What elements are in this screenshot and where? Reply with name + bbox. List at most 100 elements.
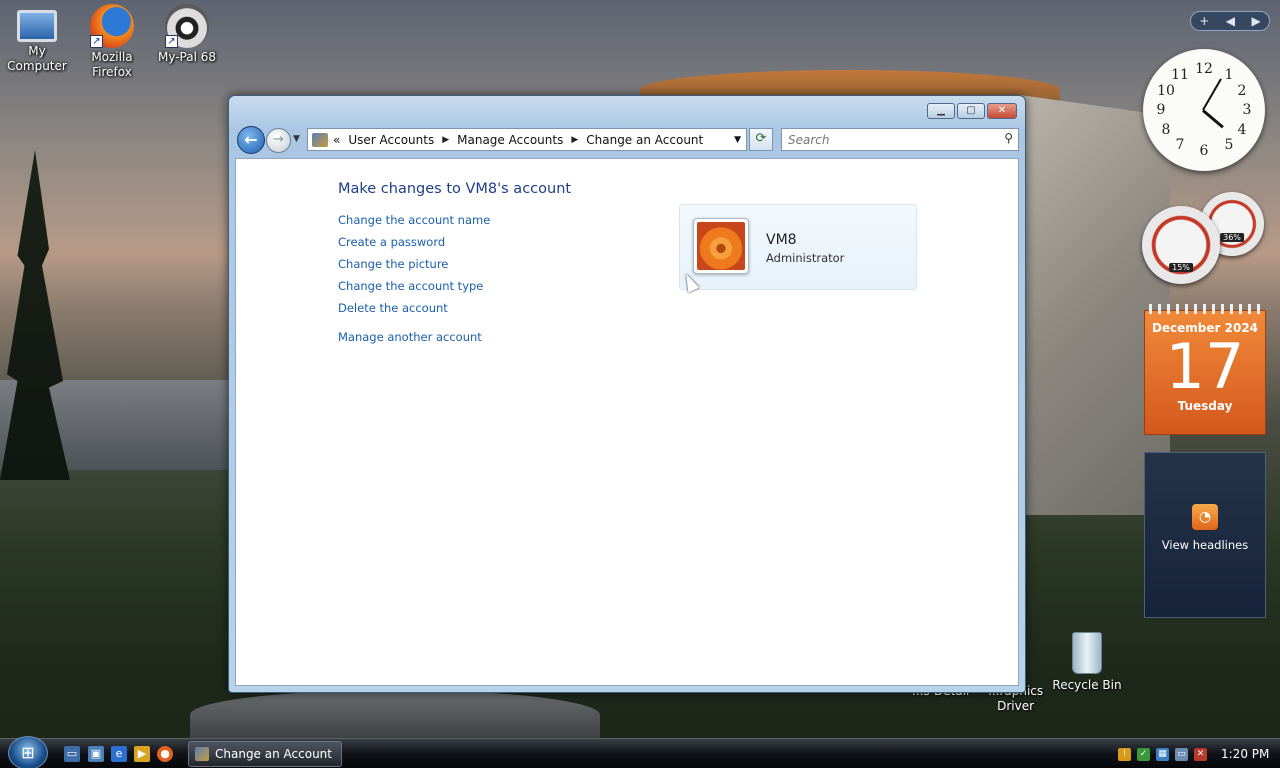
account-picture [693, 218, 749, 274]
change-picture-link[interactable]: Change the picture [338, 257, 490, 279]
manage-another-account-link[interactable]: Manage another account [338, 330, 490, 352]
account-name: VM8 [766, 232, 797, 248]
breadcrumb-overflow[interactable]: « [333, 133, 340, 147]
clock-number: 11 [1171, 67, 1189, 83]
desktop-icon-my-pal[interactable]: ↗ My-Pal 68 [150, 4, 224, 65]
taskbar: ⊞ ▭ ▣ e ▶ ● Change an Account ! ✓ ▦ ▭ ✕ … [0, 736, 1280, 768]
security-shield-icon[interactable]: ! [1118, 747, 1131, 761]
window-controls: ▁ ▢ ✕ [927, 103, 1017, 119]
clock-number: 2 [1237, 83, 1247, 99]
breadcrumb-change-account[interactable]: Change an Account [586, 133, 703, 147]
control-panel-window: ▁ ▢ ✕ ← → ▼ « User Accounts ▶ Manage Acc… [228, 95, 1026, 693]
desktop-icon-label: My-Pal 68 [157, 50, 217, 64]
account-type: Administrator [766, 251, 845, 265]
clock-number: 7 [1175, 137, 1185, 153]
network-icon[interactable]: ▭ [1175, 747, 1188, 761]
rss-icon: ◔ [1192, 504, 1218, 530]
volume-muted-icon[interactable]: ✕ [1194, 747, 1207, 761]
calendar-rings [1149, 304, 1263, 314]
switch-windows-icon[interactable]: ▣ [88, 746, 104, 762]
change-account-name-link[interactable]: Change the account name [338, 213, 490, 235]
desktop-icon-label: Computer [7, 59, 67, 73]
refresh-button[interactable]: ⟳ [749, 128, 773, 151]
desktop-icon-label: Recycle Bin [1052, 678, 1122, 692]
media-player-icon[interactable]: ▶ [134, 746, 150, 762]
search-icon[interactable]: ⚲ [1004, 131, 1013, 145]
firefox-quicklaunch-icon[interactable]: ● [157, 746, 173, 762]
clock-time[interactable]: 1:20 PM [1221, 747, 1269, 761]
cpu-percent: 15% [1169, 263, 1193, 272]
clock-number: 1 [1224, 67, 1234, 83]
memory-percent: 36% [1220, 233, 1244, 242]
system-tray: ! ✓ ▦ ▭ ✕ 1:20 PM [1110, 739, 1280, 768]
clock-hour-hand [1202, 109, 1224, 129]
tray-app-icon[interactable]: ▦ [1156, 747, 1169, 761]
update-icon[interactable]: ✓ [1137, 747, 1150, 761]
shortcut-arrow-icon: ↗ [90, 35, 103, 48]
desktop-icon-label: Driver [997, 699, 1035, 713]
maximize-button[interactable]: ▢ [957, 103, 985, 119]
taskbar-button-change-account[interactable]: Change an Account [188, 741, 342, 767]
change-account-type-link[interactable]: Change the account type [338, 279, 490, 301]
page-title: Make changes to VM8's account [338, 181, 572, 197]
desktop-icon-label: Mozilla [91, 50, 133, 64]
shortcut-arrow-icon: ↗ [165, 35, 178, 48]
background-rock [190, 690, 600, 740]
calendar-day: 17 [1165, 330, 1245, 403]
search-box[interactable]: ⚲ [781, 128, 1019, 151]
forward-button[interactable]: → [266, 128, 291, 153]
firefox-icon: ↗ [90, 4, 134, 48]
delete-account-link[interactable]: Delete the account [338, 301, 490, 323]
breadcrumb-manage-accounts[interactable]: Manage Accounts [457, 133, 563, 147]
sidebar-controls: + ◀ ▶ [1190, 11, 1270, 31]
recent-pages-dropdown[interactable]: ▼ [293, 134, 300, 144]
desktop-icon-recycle-bin[interactable]: Recycle Bin [1052, 632, 1122, 692]
address-dropdown-icon[interactable]: ▼ [734, 135, 741, 145]
user-accounts-icon [312, 132, 328, 147]
address-bar[interactable]: « User Accounts ▶ Manage Accounts ▶ Chan… [307, 128, 747, 151]
raccoon-icon: ↗ [165, 4, 209, 48]
navigation-bar: ← → ▼ « User Accounts ▶ Manage Accounts … [235, 126, 1019, 154]
close-button[interactable]: ✕ [987, 103, 1017, 119]
next-icon[interactable]: ▶ [1252, 14, 1261, 28]
minimize-button[interactable]: ▁ [927, 103, 955, 119]
start-button[interactable]: ⊞ [8, 736, 48, 768]
desktop-icon-firefox[interactable]: ↗ Mozilla Firefox [75, 4, 149, 80]
cpu-meter-gadget[interactable]: 15% [1142, 206, 1220, 284]
taskbar-button-label: Change an Account [215, 747, 332, 761]
search-input[interactable] [782, 129, 982, 151]
clock-minute-hand [1202, 78, 1222, 111]
breadcrumb-separator-icon[interactable]: ▶ [571, 135, 578, 145]
desktop-icon-label: Firefox [92, 65, 132, 79]
show-desktop-icon[interactable]: ▭ [64, 746, 80, 762]
user-accounts-icon [195, 747, 209, 761]
desktop-icon-my-computer[interactable]: My Computer [0, 4, 74, 74]
add-gadget-icon[interactable]: + [1199, 14, 1209, 28]
clock-number: 6 [1199, 143, 1209, 159]
clock-number: 3 [1242, 102, 1252, 118]
create-password-link[interactable]: Create a password [338, 235, 490, 257]
flower-picture-icon [697, 222, 745, 270]
feed-headlines-gadget[interactable]: ◔ View headlines [1144, 452, 1266, 618]
clock-number: 10 [1157, 83, 1175, 99]
back-button[interactable]: ← [237, 126, 265, 154]
computer-icon [17, 10, 57, 42]
account-card: VM8 Administrator [679, 204, 917, 290]
task-links: Change the account name Create a passwor… [338, 213, 490, 352]
view-headlines-link[interactable]: View headlines [1145, 538, 1265, 552]
content-pane: Make changes to VM8's account Change the… [235, 158, 1019, 686]
clock-gadget[interactable]: 12 1 2 3 4 5 6 7 8 9 10 11 [1143, 49, 1265, 171]
clock-number: 5 [1224, 137, 1234, 153]
internet-explorer-icon[interactable]: e [111, 746, 127, 762]
recycle-bin-icon [1072, 632, 1102, 674]
clock-number: 9 [1156, 102, 1166, 118]
calendar-gadget[interactable]: December 2024 17 Tuesday [1144, 304, 1266, 435]
clock-number: 8 [1161, 122, 1171, 138]
previous-icon[interactable]: ◀ [1226, 14, 1235, 28]
clock-number: 4 [1237, 122, 1247, 138]
breadcrumb-user-accounts[interactable]: User Accounts [348, 133, 434, 147]
desktop-icon-label: My [28, 44, 46, 58]
calendar-weekday: Tuesday [1177, 399, 1233, 413]
clock-number: 12 [1195, 61, 1213, 77]
breadcrumb-separator-icon[interactable]: ▶ [442, 135, 449, 145]
